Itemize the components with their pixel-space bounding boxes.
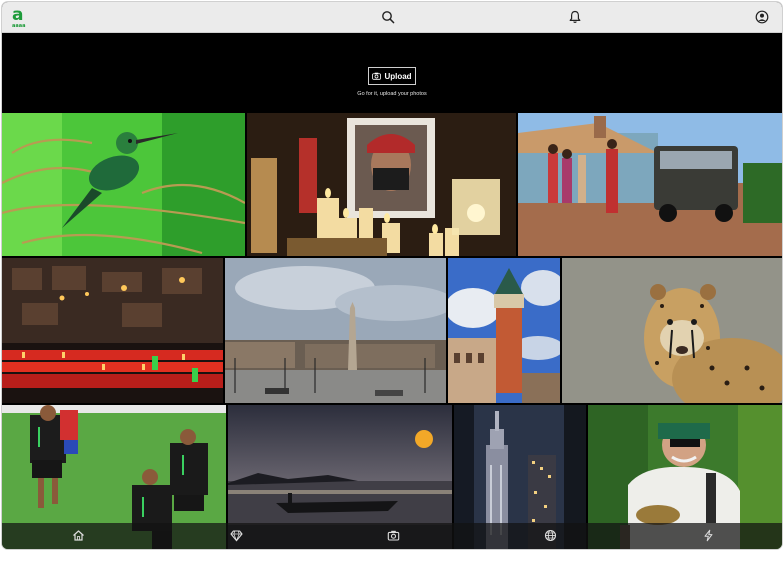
top-bar: a aaaa <box>2 2 782 33</box>
home-icon[interactable] <box>72 529 85 542</box>
lightning-icon[interactable] <box>702 529 715 542</box>
photo-red-candles-cave[interactable] <box>2 258 223 403</box>
photo-candles-portrait[interactable] <box>247 113 516 256</box>
user-icon[interactable] <box>755 10 769 24</box>
search-icon[interactable] <box>381 10 395 24</box>
logo-subtext: aaaa <box>12 23 26 29</box>
photo-cheetah[interactable] <box>562 258 782 403</box>
globe-icon[interactable] <box>544 529 557 542</box>
camera-icon <box>372 72 382 80</box>
diamond-icon[interactable] <box>230 529 243 542</box>
brand-logo[interactable]: a aaaa <box>12 5 30 29</box>
camera-icon[interactable] <box>387 529 400 542</box>
photo-city-square-obelisk[interactable] <box>225 258 446 403</box>
upload-subtitle: Go for it, upload your photos <box>357 91 427 97</box>
bell-icon[interactable] <box>568 10 582 24</box>
upload-label: Upload <box>384 71 412 81</box>
photo-hummingbird[interactable] <box>2 113 245 256</box>
photo-village-jeep[interactable] <box>518 113 782 256</box>
upload-button[interactable]: Upload <box>368 67 416 85</box>
photo-bell-tower[interactable] <box>448 258 560 403</box>
app-window: a aaaa Upload Go for it, upload your pho… <box>2 2 782 549</box>
upload-hero: Upload Go for it, upload your photos <box>2 33 782 113</box>
logo-letter: a <box>12 5 24 25</box>
